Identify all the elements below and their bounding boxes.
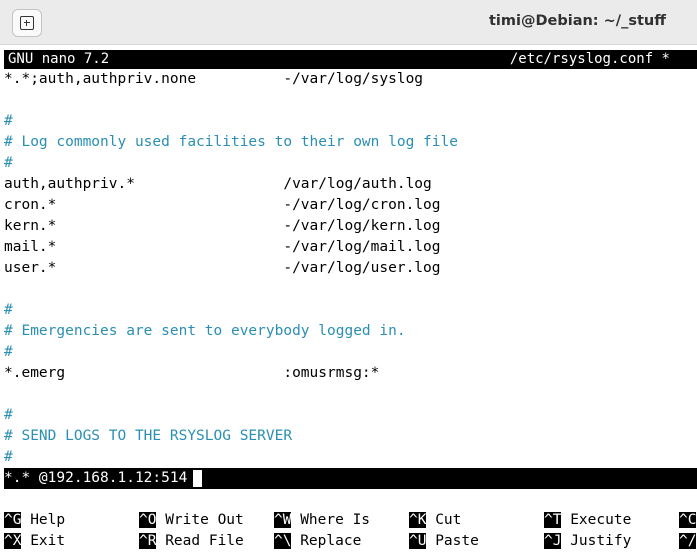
shortcut-key: ^/	[679, 533, 697, 549]
comment-line[interactable]: # Emergencies are sent to everybody logg…	[4, 321, 406, 342]
shortcut-key: ^W	[274, 512, 292, 528]
comment-line[interactable]: # Log commonly used facilities to their …	[4, 132, 458, 153]
new-tab-icon	[20, 16, 34, 30]
shortcut-key: ^X	[4, 533, 22, 549]
shortcut-help[interactable]: ^G Help	[4, 510, 65, 531]
shortcut-label: Write Out	[156, 512, 244, 528]
shortcut-label: Where Is	[291, 512, 371, 528]
config-line[interactable]: cron.* -/var/log/cron.log	[4, 195, 441, 216]
config-line[interactable]: *.emerg :omusrmsg:*	[4, 363, 379, 384]
nano-version: GNU nano 7.2	[8, 51, 110, 67]
config-line[interactable]: *.*;auth,authpriv.none -/var/log/syslog	[4, 69, 423, 90]
shortcut-key: ^\	[274, 533, 292, 549]
comment-line[interactable]: #	[4, 342, 13, 363]
shortcut-justify[interactable]: ^J Justify	[544, 531, 631, 552]
shortcut-paste[interactable]: ^U Paste	[409, 531, 479, 552]
comment-line[interactable]: #	[4, 405, 13, 426]
shortcut-label: Help	[21, 512, 66, 528]
shortcut-label: Read File	[156, 533, 244, 549]
shortcut-label: Justify	[561, 533, 632, 549]
shortcut-label: Cut	[426, 512, 462, 528]
new-tab-button[interactable]	[12, 9, 42, 37]
shortcut-label: Replace	[291, 533, 362, 549]
comment-line[interactable]: #	[4, 153, 13, 174]
comment-line[interactable]: # SEND LOGS TO THE RSYSLOG SERVER	[4, 426, 292, 447]
config-line[interactable]: auth,authpriv.* /var/log/auth.log	[4, 174, 432, 195]
shortcut-key: ^J	[544, 533, 562, 549]
shortcut-key: ^T	[544, 512, 562, 528]
shortcut-write-out[interactable]: ^O Write Out	[139, 510, 244, 531]
shortcut-key: ^U	[409, 533, 427, 549]
config-line[interactable]: kern.* -/var/log/kern.log	[4, 216, 441, 237]
window-titlebar: timi@Debian: ~/_stuff	[0, 0, 697, 45]
shortcut-label: Exit	[21, 533, 66, 549]
comment-line[interactable]: #	[4, 300, 13, 321]
shortcut-replace[interactable]: ^\ Replace	[274, 531, 361, 552]
shortcut-key: ^R	[139, 533, 157, 549]
terminal-area[interactable]: GNU nano 7.2 /etc/rsyslog.conf * *.*;aut…	[0, 45, 697, 556]
text-cursor	[193, 470, 202, 487]
shortcut-key: ^C	[679, 512, 697, 528]
current-line[interactable]: *.* @192.168.1.12:514	[4, 468, 697, 489]
current-line-text: *.* @192.168.1.12:514	[4, 470, 188, 486]
shortcut-read-file[interactable]: ^R Read File	[139, 531, 244, 552]
file-name: /etc/rsyslog.conf *	[509, 51, 670, 67]
shortcut-exit[interactable]: ^X Exit	[4, 531, 65, 552]
comment-line[interactable]: #	[4, 111, 13, 132]
shortcut-where-is[interactable]: ^W Where Is	[274, 510, 370, 531]
shortcut-item[interactable]: ^/	[679, 531, 697, 552]
comment-line[interactable]: #	[4, 447, 13, 468]
config-line[interactable]: mail.* -/var/log/mail.log	[4, 237, 441, 258]
shortcut-execute[interactable]: ^T Execute	[544, 510, 631, 531]
shortcut-key: ^O	[139, 512, 157, 528]
shortcut-key: ^K	[409, 512, 427, 528]
shortcut-cut[interactable]: ^K Cut	[409, 510, 461, 531]
nano-status-bar: GNU nano 7.2 /etc/rsyslog.conf *	[4, 50, 697, 69]
shortcut-key: ^G	[4, 512, 22, 528]
shortcut-label: Paste	[426, 533, 479, 549]
shortcut-label: Execute	[561, 512, 632, 528]
config-line[interactable]: user.* -/var/log/user.log	[4, 258, 441, 279]
window-title: timi@Debian: ~/_stuff	[489, 13, 666, 29]
shortcut-item[interactable]: ^C	[679, 510, 697, 531]
